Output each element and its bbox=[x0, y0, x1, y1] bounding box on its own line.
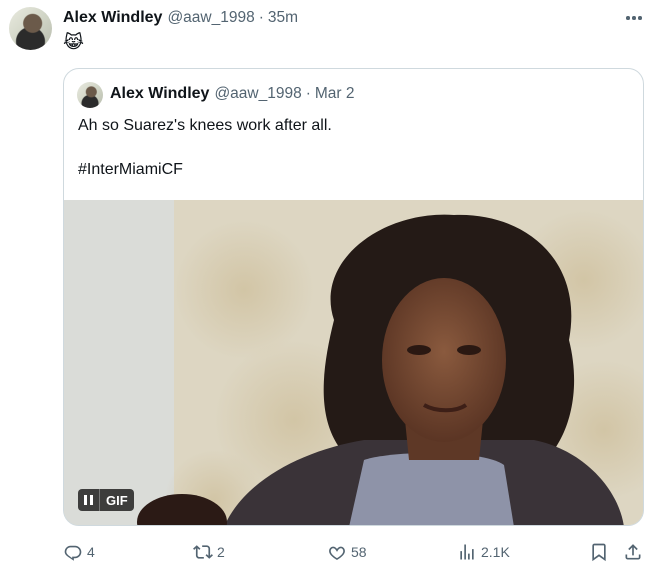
author-handle[interactable]: @aaw_1998 bbox=[167, 9, 254, 27]
views-button[interactable]: 2.1K bbox=[457, 538, 510, 566]
bookmark-button[interactable] bbox=[589, 538, 609, 566]
views-chart-icon bbox=[460, 544, 474, 560]
avatar[interactable] bbox=[9, 7, 52, 50]
more-horizontal-icon[interactable] bbox=[624, 10, 644, 26]
quote-text: Ah so Suarez's knees work after all. bbox=[78, 117, 332, 134]
reply-icon bbox=[64, 545, 82, 561]
views-count: 2.1K bbox=[481, 544, 510, 560]
heart-icon bbox=[329, 546, 345, 560]
repost-button[interactable]: 2 bbox=[193, 538, 225, 566]
separator-dot: · bbox=[258, 9, 264, 26]
gif-badge: GIF bbox=[106, 492, 128, 508]
share-button[interactable] bbox=[623, 538, 643, 566]
timestamp[interactable]: 35m bbox=[268, 9, 298, 27]
gif-media[interactable]: GIF bbox=[64, 200, 643, 525]
action-bar: 4 2 58 2.1K bbox=[63, 538, 648, 566]
quoted-tweet[interactable]: Alex Windley @aaw_1998 · Mar 2 Ah so Sua… bbox=[63, 68, 644, 526]
repost-icon bbox=[193, 545, 213, 559]
reply-count: 4 bbox=[87, 544, 95, 560]
like-count: 58 bbox=[351, 544, 367, 560]
tweet-header: Alex Windley @aaw_1998 · 35m bbox=[63, 9, 298, 29]
like-button[interactable]: 58 bbox=[327, 538, 367, 566]
quote-hashtag[interactable]: #InterMiamiCF bbox=[78, 159, 183, 181]
share-icon bbox=[625, 544, 641, 560]
repost-count: 2 bbox=[217, 544, 225, 560]
quote-avatar[interactable] bbox=[77, 82, 103, 108]
quote-author-handle: @aaw_1998 bbox=[214, 85, 302, 102]
tweet[interactable]: Alex Windley @aaw_1998 · 35m 😹 Alex Wind… bbox=[0, 0, 661, 579]
quote-author-name: Alex Windley bbox=[110, 85, 210, 102]
reply-button[interactable]: 4 bbox=[63, 538, 95, 566]
author-name[interactable]: Alex Windley bbox=[63, 9, 162, 27]
quote-timestamp: Mar 2 bbox=[314, 85, 355, 102]
bookmark-icon bbox=[592, 543, 606, 562]
pause-icon[interactable] bbox=[78, 489, 100, 511]
quote-header: Alex Windley @aaw_1998 · Mar 2 bbox=[110, 85, 355, 103]
tweet-text: 😹 bbox=[63, 32, 85, 53]
quote-separator-dot: · bbox=[305, 85, 311, 102]
gif-controls: GIF bbox=[78, 489, 134, 511]
gif-frame-image bbox=[64, 200, 643, 525]
